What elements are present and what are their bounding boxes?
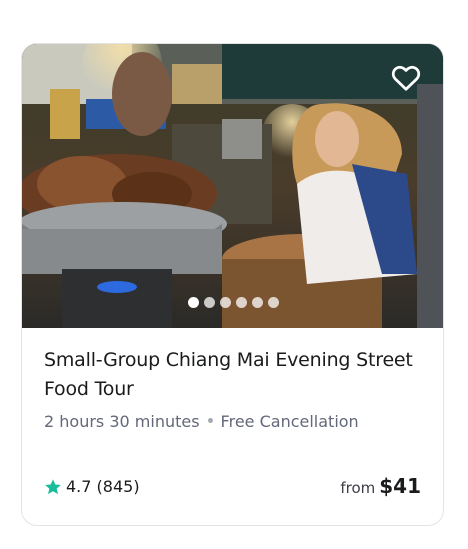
tour-photo[interactable]	[22, 44, 443, 328]
rating: 4.7 (845)	[44, 477, 140, 496]
price-amount: $41	[379, 474, 421, 498]
carousel-dot[interactable]	[268, 297, 279, 308]
carousel-dot[interactable]	[204, 297, 215, 308]
price-prefix: from	[340, 479, 376, 497]
heart-outline-icon[interactable]	[391, 64, 421, 92]
carousel-dots[interactable]	[22, 297, 443, 308]
separator-dot	[207, 418, 213, 423]
star-icon	[45, 478, 61, 494]
carousel-dot[interactable]	[252, 297, 263, 308]
tour-card[interactable]: Small-Group Chiang Mai Evening Street Fo…	[21, 43, 444, 526]
cancellation-text: Free Cancellation	[220, 412, 359, 431]
street-food-photo	[22, 44, 443, 328]
tour-title[interactable]: Small-Group Chiang Mai Evening Street Fo…	[44, 346, 424, 404]
review-count: (845)	[96, 477, 140, 496]
carousel-dot[interactable]	[236, 297, 247, 308]
rating-value: 4.7	[66, 477, 92, 496]
tour-meta: 2 hours 30 minutes Free Cancellation	[44, 412, 359, 431]
carousel-dot[interactable]	[220, 297, 231, 308]
price: from $41	[340, 474, 421, 498]
duration-text: 2 hours 30 minutes	[44, 412, 200, 431]
carousel-dot[interactable]	[188, 297, 199, 308]
